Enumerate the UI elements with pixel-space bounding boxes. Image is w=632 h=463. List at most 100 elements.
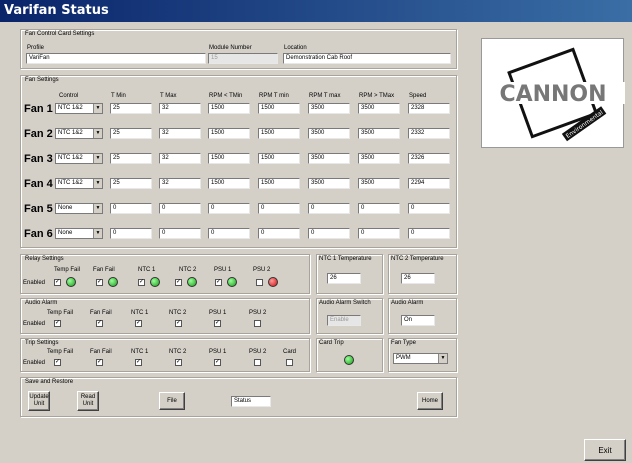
fan-2-tmin[interactable]: 25 (110, 128, 152, 139)
trip-enabled-label: Enabled (23, 360, 46, 366)
relay-settings-group: Relay Settings Enabled Temp Fail ✓ Fan F… (20, 254, 310, 294)
home-button[interactable]: Home (417, 392, 443, 410)
relay-ntc2-checkbox[interactable]: ✓ (175, 279, 182, 286)
read-unit-button[interactable]: Read Unit (77, 391, 99, 411)
fan-4-speed: 2294 (408, 178, 450, 189)
fan-1-rpm-tmax[interactable]: 3500 (308, 103, 350, 114)
trip-temp-fail-checkbox[interactable]: ✓ (54, 359, 61, 366)
file-button[interactable]: File (159, 392, 185, 410)
audio-psu1-checkbox[interactable]: ✓ (214, 320, 221, 327)
fan-6-rpm-lt-tmin[interactable]: 0 (208, 228, 250, 239)
audio-fan-fail-checkbox[interactable]: ✓ (96, 320, 103, 327)
relay-enabled-label: Enabled (23, 280, 46, 286)
fan-2-rpm-tmin[interactable]: 1500 (258, 128, 300, 139)
audio-psu1-label: PSU 1 (209, 310, 227, 316)
fan-3-rpm-gt-tmax[interactable]: 3500 (358, 153, 400, 164)
relay-psu2-status-led (268, 277, 278, 287)
trip-psu1-checkbox[interactable]: ✓ (214, 359, 221, 366)
trip-fan-fail-label: Fan Fail (90, 349, 112, 355)
svg-text:CANNON: CANNON (499, 82, 606, 107)
audio-temp-fail-checkbox[interactable]: ✓ (54, 320, 61, 327)
trip-card-checkbox[interactable] (286, 359, 293, 366)
header-tmin: T Min (111, 93, 126, 99)
audio-enabled-label: Enabled (23, 321, 46, 327)
update-unit-button[interactable]: Update Unit (28, 391, 50, 411)
fan-5-rpm-tmax[interactable]: 0 (308, 203, 350, 214)
fan-type-dropdown[interactable]: PWM ▼ (393, 353, 448, 364)
relay-ntc2-label: NTC 2 (179, 267, 197, 273)
fan-3-rpm-tmax[interactable]: 3500 (308, 153, 350, 164)
location-field[interactable]: Demonstration Cab Roof (283, 53, 451, 64)
fan-6-tmax[interactable]: 0 (159, 228, 201, 239)
relay-fan-fail-checkbox[interactable]: ✓ (96, 279, 103, 286)
trip-ntc2-checkbox[interactable]: ✓ (175, 359, 182, 366)
fan-2-rpm-lt-tmin[interactable]: 1500 (208, 128, 250, 139)
fan-5-speed: 0 (408, 203, 450, 214)
fan-3-rpm-tmin[interactable]: 1500 (258, 153, 300, 164)
fan-5-tmin[interactable]: 0 (110, 203, 152, 214)
fan-1-rpm-lt-tmin[interactable]: 1500 (208, 103, 250, 114)
fan-3-rpm-lt-tmin[interactable]: 1500 (208, 153, 250, 164)
fan-3-tmax[interactable]: 32 (159, 153, 201, 164)
audio-psu2-checkbox[interactable] (254, 320, 261, 327)
relay-ntc1-checkbox[interactable]: ✓ (138, 279, 145, 286)
ntc2-temperature-field: 26 (401, 273, 435, 284)
fan-4-tmin[interactable]: 25 (110, 178, 152, 189)
exit-button[interactable]: Exit (584, 439, 626, 461)
relay-psu1-status-led (227, 277, 237, 287)
fan-6-rpm-gt-tmax[interactable]: 0 (358, 228, 400, 239)
fan-5-rpm-tmin[interactable]: 0 (258, 203, 300, 214)
audio-ntc2-checkbox[interactable]: ✓ (175, 320, 182, 327)
fan-4-tmax[interactable]: 32 (159, 178, 201, 189)
fan-2-rpm-gt-tmax[interactable]: 3500 (358, 128, 400, 139)
fan-4-label: Fan 4 (24, 178, 53, 190)
header-tmax: T Max (160, 93, 177, 99)
fan-6-tmin[interactable]: 0 (110, 228, 152, 239)
chevron-down-icon: ▼ (93, 129, 102, 138)
audio-alarm-switch-field: Enable (327, 315, 361, 326)
chevron-down-icon: ▼ (93, 204, 102, 213)
trip-psu2-checkbox[interactable] (254, 359, 261, 366)
fan-3-control-dropdown[interactable]: NTC 1&2 ▼ (55, 153, 103, 164)
relay-ntc1-status-led (150, 277, 160, 287)
fan-1-tmax[interactable]: 32 (159, 103, 201, 114)
fan-4-rpm-gt-tmax[interactable]: 3500 (358, 178, 400, 189)
fan-4-rpm-tmax[interactable]: 3500 (308, 178, 350, 189)
audio-ntc1-label: NTC 1 (131, 310, 149, 316)
fan-1-rpm-tmin[interactable]: 1500 (258, 103, 300, 114)
profile-field[interactable]: VariFan (26, 53, 206, 64)
card-trip-label: Card Trip (319, 340, 344, 346)
fan-2-control-dropdown[interactable]: NTC 1&2 ▼ (55, 128, 103, 139)
fan-3-tmin[interactable]: 25 (110, 153, 152, 164)
fan-4-rpm-lt-tmin[interactable]: 1500 (208, 178, 250, 189)
fan-6-rpm-tmax[interactable]: 0 (308, 228, 350, 239)
trip-fan-fail-checkbox[interactable]: ✓ (96, 359, 103, 366)
fan-5-control-dropdown[interactable]: None ▼ (55, 203, 103, 214)
trip-ntc2-label: NTC 2 (169, 349, 187, 355)
window-title: Varifan Status (0, 0, 632, 22)
trip-card-label: Card (283, 349, 297, 355)
relay-temp-fail-label: Temp Fail (54, 267, 81, 273)
header-rpm-tmin: RPM T min (259, 93, 289, 99)
relay-temp-fail-checkbox[interactable]: ✓ (54, 279, 61, 286)
fan-1-tmin[interactable]: 25 (110, 103, 152, 114)
fan-5-rpm-gt-tmax[interactable]: 0 (358, 203, 400, 214)
fan-4-control-dropdown[interactable]: NTC 1&2 ▼ (55, 178, 103, 189)
relay-temp-fail-status-led (66, 277, 76, 287)
save-restore-group: Save and Restore Update Unit Read Unit F… (20, 377, 457, 417)
trip-ntc1-checkbox[interactable]: ✓ (135, 359, 142, 366)
fan-1-control-dropdown[interactable]: NTC 1&2 ▼ (55, 103, 103, 114)
fan-2-tmax[interactable]: 32 (159, 128, 201, 139)
fan-6-rpm-tmin[interactable]: 0 (258, 228, 300, 239)
relay-psu1-checkbox[interactable]: ✓ (215, 279, 222, 286)
relay-psu2-checkbox[interactable] (256, 279, 263, 286)
audio-ntc1-checkbox[interactable]: ✓ (135, 320, 142, 327)
audio-alarm-title: Audio Alarm (25, 300, 58, 306)
fan-1-rpm-gt-tmax[interactable]: 3500 (358, 103, 400, 114)
fan-4-rpm-tmin[interactable]: 1500 (258, 178, 300, 189)
fan-5-rpm-lt-tmin[interactable]: 0 (208, 203, 250, 214)
fan-6-control-dropdown[interactable]: None ▼ (55, 228, 103, 239)
fan-2-rpm-tmax[interactable]: 3500 (308, 128, 350, 139)
fan-5-tmax[interactable]: 0 (159, 203, 201, 214)
fan-settings-group: Fan Settings Control T Min T Max RPM < T… (20, 75, 457, 248)
